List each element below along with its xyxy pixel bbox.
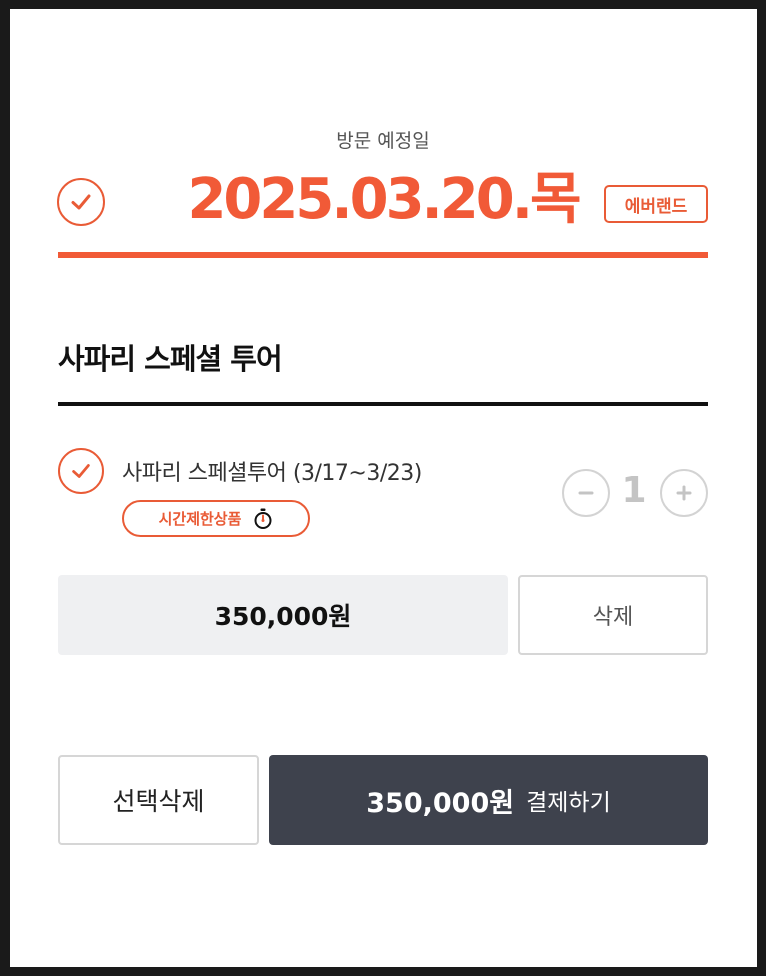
check-icon — [72, 464, 90, 478]
delete-button[interactable]: 삭제 — [518, 575, 708, 655]
select-delete-button[interactable]: 선택삭제 — [58, 755, 259, 845]
item-checkbox[interactable] — [58, 448, 104, 494]
visit-divider — [58, 252, 708, 258]
visit-date-label: 방문 예정일 — [336, 130, 430, 152]
pay-label: 결제하기 — [526, 790, 611, 816]
minus-icon — [578, 491, 594, 495]
product-divider — [58, 402, 708, 406]
park-badge: 에버랜드 — [604, 185, 708, 223]
limited-badge-label: 시간제한상품 — [158, 510, 242, 528]
plus-icon — [676, 485, 692, 501]
product-title: 사파리 스페셜 투어 — [58, 342, 283, 376]
quantity-value: 1 — [621, 470, 647, 511]
item-name: 사파리 스페셜투어 (3/17~3/23) — [122, 461, 422, 486]
item-price: 350,000원 — [58, 575, 508, 655]
stopwatch-icon — [254, 508, 272, 529]
pay-button[interactable]: 350,000원 결제하기 — [269, 755, 708, 845]
quantity-decrease-button[interactable] — [562, 469, 610, 517]
limited-time-badge: 시간제한상품 — [122, 500, 310, 537]
quantity-increase-button[interactable] — [660, 469, 708, 517]
pay-amount: 350,000원 — [366, 787, 515, 819]
